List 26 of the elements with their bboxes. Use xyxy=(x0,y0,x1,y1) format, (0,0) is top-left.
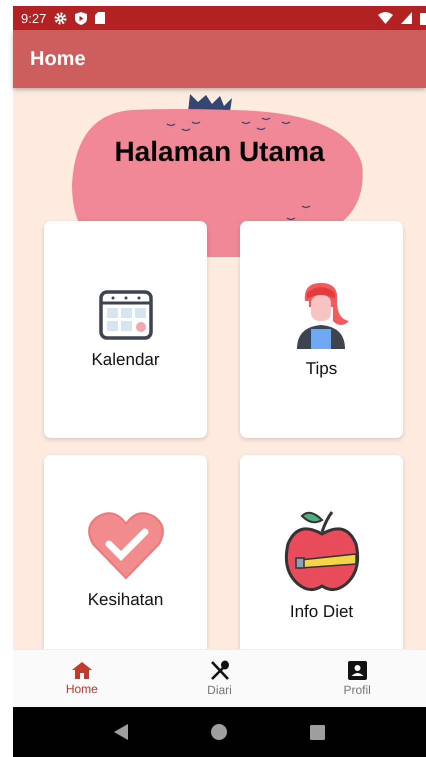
app-bar-title: Home xyxy=(30,48,86,70)
back-icon[interactable] xyxy=(114,724,128,740)
apple-tape-icon xyxy=(284,510,360,592)
nav-tab[interactable]: Profil xyxy=(288,650,426,707)
menu-card[interactable]: Info Diet xyxy=(240,455,403,649)
sd-card-icon xyxy=(95,12,106,24)
calendar-icon xyxy=(98,290,152,340)
signal-icon xyxy=(401,12,412,24)
wifi-icon xyxy=(378,12,393,24)
battery-icon xyxy=(420,12,426,24)
profile-icon xyxy=(348,660,367,680)
home-icon xyxy=(72,662,92,678)
shield-icon xyxy=(75,12,88,24)
nav-tab[interactable]: Home xyxy=(13,650,151,707)
menu-card[interactable]: Tips xyxy=(240,221,403,438)
home-circle-icon[interactable] xyxy=(210,724,227,740)
menu-card[interactable]: Kalendar xyxy=(44,221,207,438)
fork-spoon-icon xyxy=(210,660,230,680)
status-time: 9:27 xyxy=(21,10,46,26)
gear-icon xyxy=(54,12,68,24)
nav-tab[interactable]: Diari xyxy=(150,650,288,707)
heart-check-icon xyxy=(86,510,164,580)
recents-icon[interactable] xyxy=(310,724,325,740)
woman-icon xyxy=(294,280,348,348)
menu-card[interactable]: Kesihatan xyxy=(44,455,207,649)
page-title: Halaman Utama xyxy=(114,135,325,168)
